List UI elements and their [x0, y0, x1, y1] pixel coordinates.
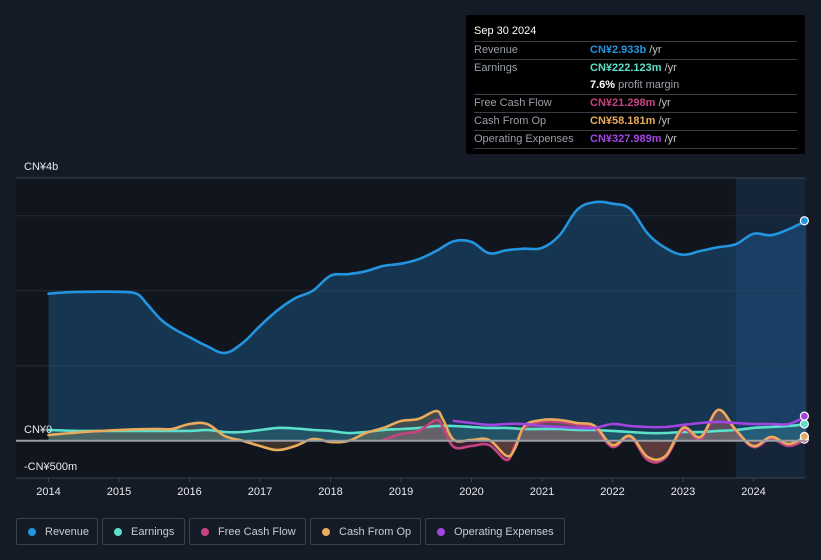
legend-dot-icon [437, 527, 445, 536]
tooltip-row-free-cash-flow: Free Cash Flow CN¥21.298m /yr [474, 95, 797, 113]
y-tick-label-zero: CN¥0 [24, 424, 52, 436]
x-tick-label: 2017 [248, 486, 272, 498]
tooltip-row-profit-margin: 7.6% profit margin [474, 77, 797, 95]
x-tick-label: 2020 [459, 486, 483, 498]
legend-dot-icon [322, 527, 330, 536]
tooltip-row-cash-from-op: Cash From Op CN¥58.181m /yr [474, 113, 797, 131]
x-tick-label: 2022 [600, 486, 624, 498]
end-marker-cash-from-op [799, 431, 809, 441]
tooltip-label: Earnings [474, 62, 518, 74]
legend-item-cash-from-op[interactable]: Cash From Op [310, 518, 421, 545]
tooltip-unit: /yr [664, 133, 677, 145]
legend-label: Cash From Op [339, 525, 412, 538]
x-tick-label: 2015 [107, 486, 131, 498]
tooltip-label: Revenue [474, 44, 519, 56]
tooltip-label: Cash From Op [474, 115, 547, 127]
legend-label: Earnings [131, 525, 175, 538]
x-tick-label: 2021 [530, 486, 554, 498]
x-tick-label: 2024 [741, 486, 765, 498]
y-tick-label-bottom: -CN¥500m [24, 461, 77, 473]
tooltip-panel: Sep 30 2024 Revenue CN¥2.933b /yr Earnin… [466, 15, 805, 154]
legend-label: Free Cash Flow [218, 525, 296, 538]
tooltip-date: Sep 30 2024 [474, 23, 797, 42]
tooltip-unit: profit margin [618, 79, 680, 91]
tooltip-row-revenue: Revenue CN¥2.933b /yr [474, 42, 797, 60]
tooltip-value: CN¥58.181m [590, 115, 656, 127]
legend-label: Revenue [45, 525, 90, 538]
x-tick-label: 2018 [318, 486, 342, 498]
legend-dot-icon [28, 527, 36, 536]
legend-item-revenue[interactable]: Revenue [16, 518, 98, 545]
x-tick-label: 2016 [177, 486, 201, 498]
legend-dot-icon [201, 527, 209, 536]
end-marker-operating-expenses [799, 411, 809, 421]
tooltip-value: CN¥222.123m [590, 62, 662, 74]
tooltip-label: Free Cash Flow [474, 97, 552, 109]
tooltip-unit: /yr [649, 44, 662, 56]
tooltip-unit: /yr [658, 115, 671, 127]
end-marker-revenue [799, 216, 809, 226]
legend-item-earnings[interactable]: Earnings [102, 518, 185, 545]
legend-label: Operating Expenses [454, 525, 554, 538]
tooltip-row-earnings: Earnings CN¥222.123m /yr [474, 60, 797, 77]
end-marker-earnings [799, 419, 809, 429]
x-tick-label: 2023 [671, 486, 695, 498]
x-tick-label: 2014 [36, 486, 60, 498]
tooltip-row-operating-expenses: Operating Expenses CN¥327.989m /yr [474, 131, 797, 149]
tooltip-value: CN¥327.989m [590, 133, 662, 145]
tooltip-unit: /yr [658, 97, 671, 109]
legend-item-free-cash-flow[interactable]: Free Cash Flow [189, 518, 306, 545]
tooltip-label [474, 77, 590, 94]
x-tick-label: 2019 [389, 486, 413, 498]
tooltip-value: CN¥2.933b [590, 44, 647, 56]
y-tick-label-top: CN¥4b [24, 161, 58, 173]
legend-item-operating-expenses[interactable]: Operating Expenses [425, 518, 565, 545]
legend-dot-icon [114, 527, 122, 536]
tooltip-value: CN¥21.298m [590, 97, 656, 109]
tooltip-value: 7.6% [590, 79, 616, 91]
tooltip-label: Operating Expenses [474, 133, 574, 145]
tooltip-unit: /yr [664, 62, 677, 74]
